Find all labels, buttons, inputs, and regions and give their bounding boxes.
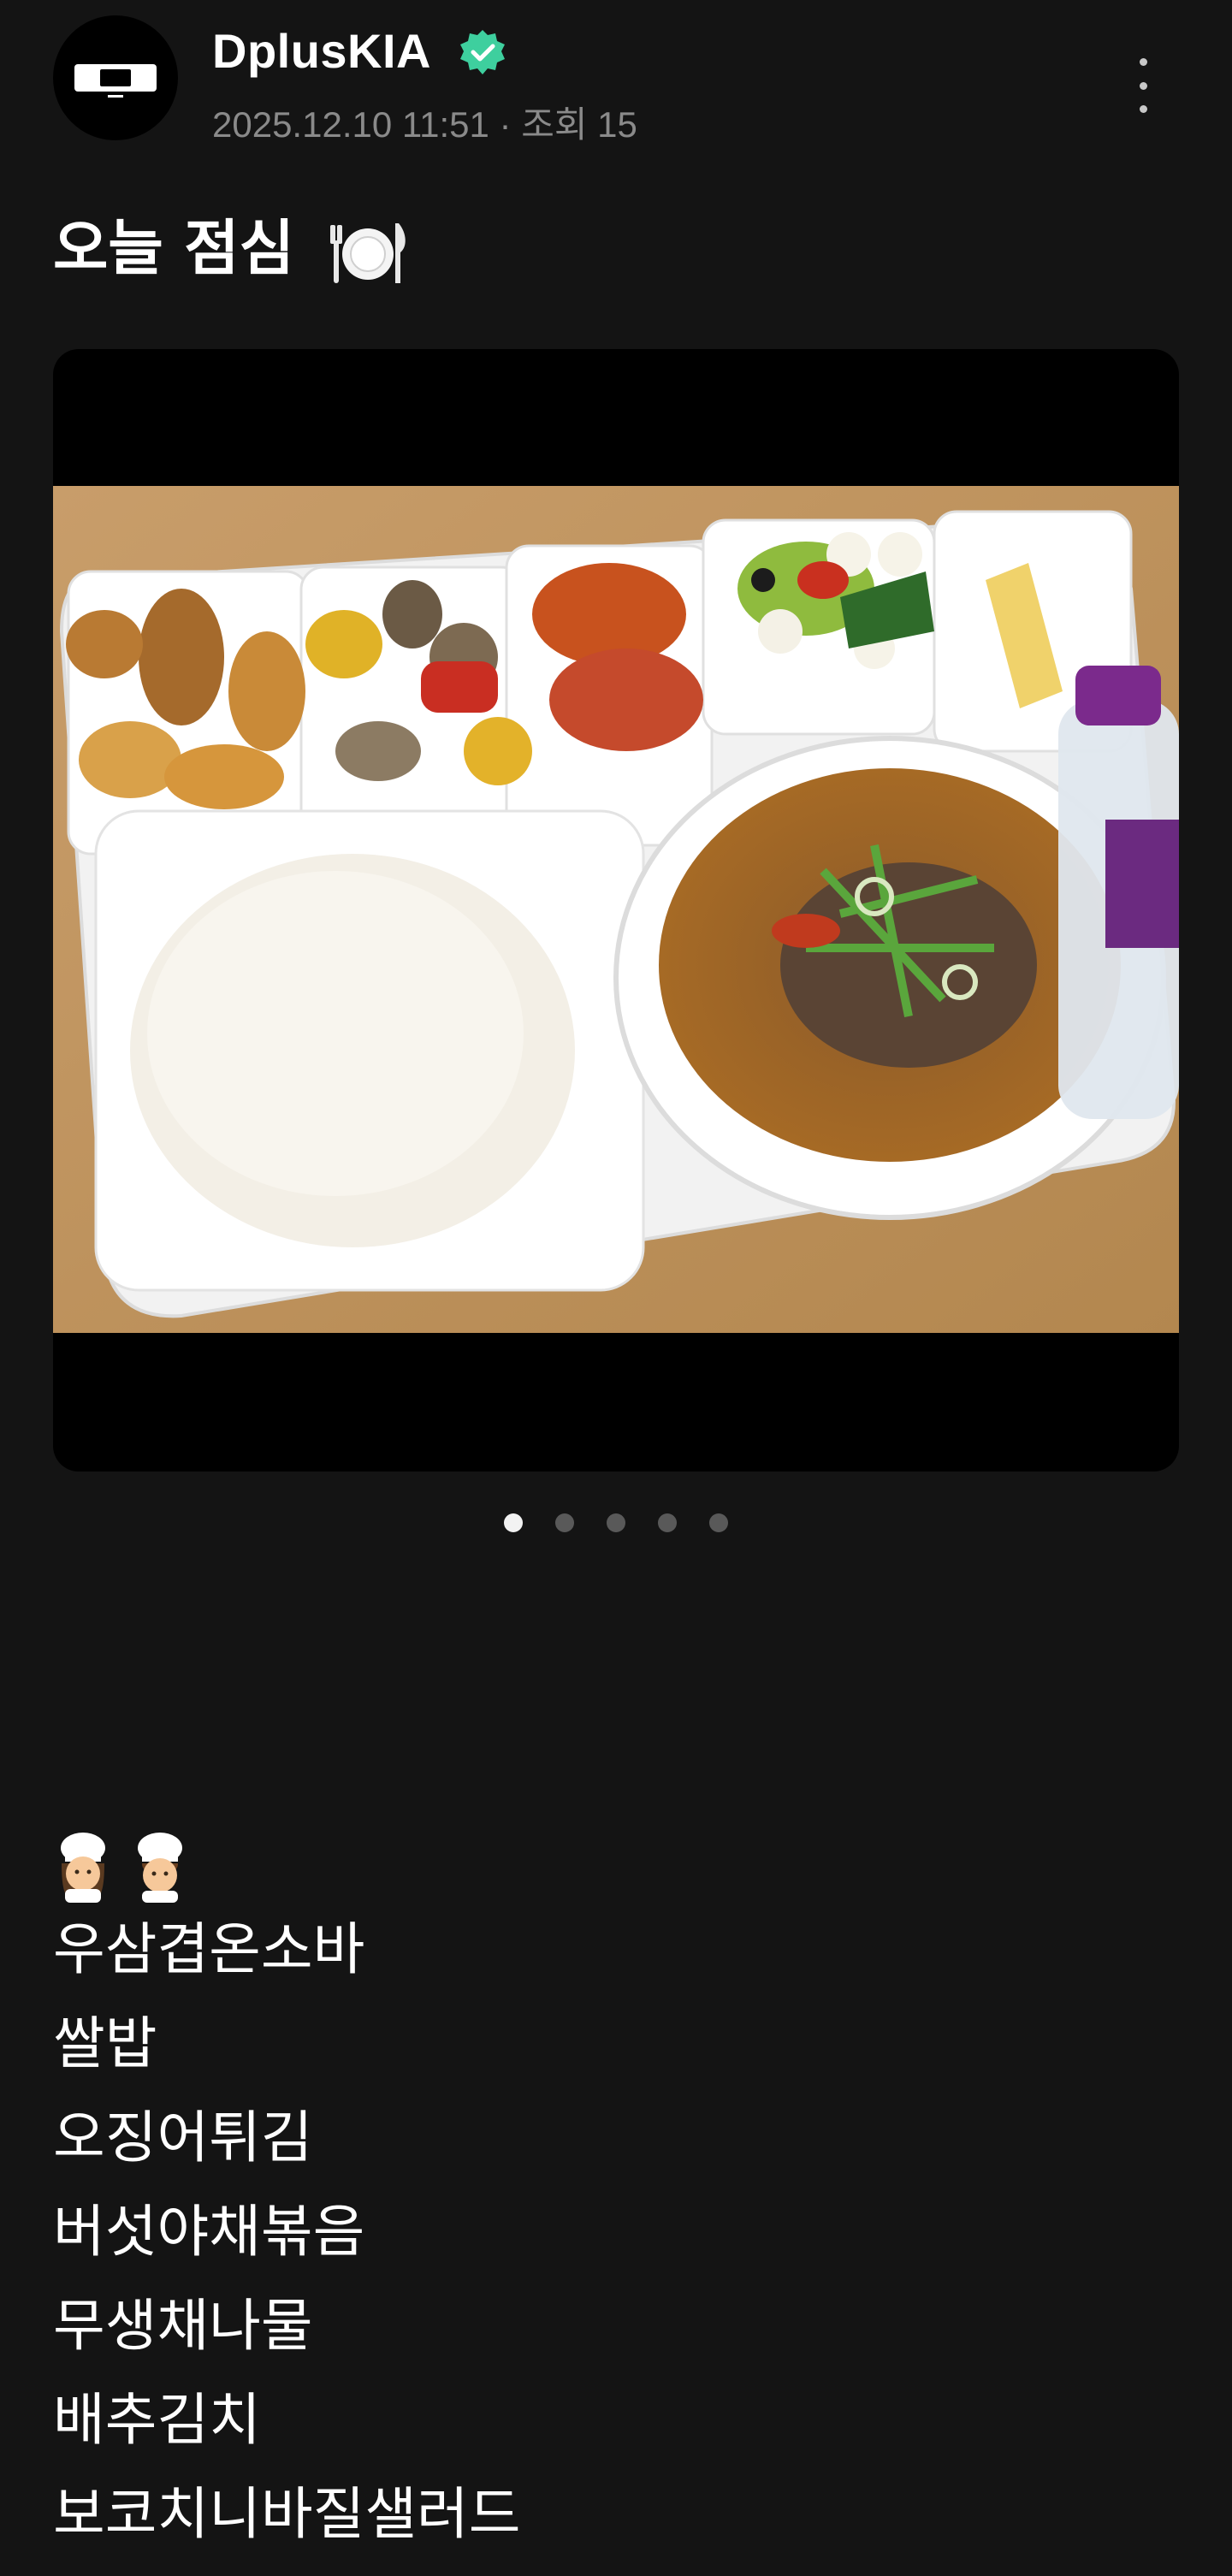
meta-separator: · <box>499 104 522 145</box>
carousel-dot[interactable] <box>709 1513 728 1532</box>
post-meta: 2025.12.10 11:51 · 조회 15 <box>212 99 637 151</box>
menu-item: 우삼겹온소바 <box>53 1916 365 1982</box>
carousel-dot[interactable] <box>658 1513 677 1532</box>
carousel-dot[interactable] <box>504 1513 523 1532</box>
avatar[interactable] <box>53 15 178 140</box>
menu-item: 오징어튀김 <box>53 2105 313 2170</box>
more-options-icon[interactable] <box>1122 55 1164 116</box>
post-date: 2025.12.10 11:51 <box>212 104 489 145</box>
image-carousel[interactable] <box>53 349 1179 1472</box>
post-title: 오늘 점심 <box>53 205 409 291</box>
post-header: DplusKIA 2025.12.10 11:51 · 조회 15 <box>0 0 1232 171</box>
author-name[interactable]: DplusKIA <box>212 19 431 84</box>
menu-item: 배추김치 <box>53 2387 261 2453</box>
post-title-text: 오늘 점심 <box>53 213 294 283</box>
menu-item: 무생채나물 <box>53 2293 313 2359</box>
menu-item: 버섯야채볶음 <box>53 2199 365 2265</box>
carousel-indicator[interactable] <box>0 1509 1232 1535</box>
post-body: 우삼겹온소바 쌀밥 오징어튀김 버섯야채볶음 무생채나물 배추김치 보코치니바질… <box>53 1809 1165 2561</box>
man-cook-icon <box>138 1833 182 1903</box>
menu-item: 보코치니바질샐러드 <box>53 2481 521 2547</box>
woman-cook-icon <box>61 1833 105 1903</box>
emoji-row <box>53 1809 1165 1903</box>
verified-badge-icon <box>460 30 505 74</box>
menu-item: 쌀밥 <box>53 2010 157 2076</box>
carousel-dot[interactable] <box>607 1513 625 1532</box>
plate-with-cutlery-icon <box>330 222 406 283</box>
view-count: 조회 15 <box>521 104 637 145</box>
kia-logo-icon <box>74 64 157 98</box>
lunch-tray-photo <box>53 486 1179 1333</box>
carousel-dot[interactable] <box>555 1513 574 1532</box>
